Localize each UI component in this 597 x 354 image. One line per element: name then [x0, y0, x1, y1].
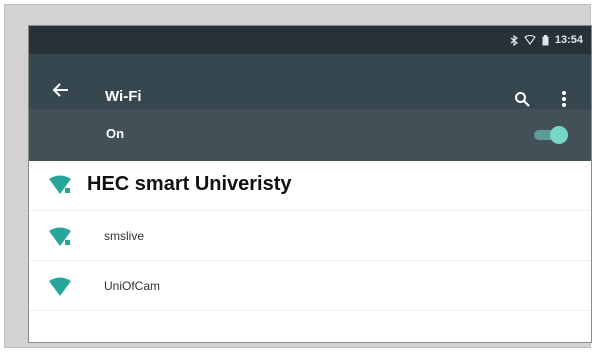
network-ssid: smslive [104, 229, 145, 243]
battery-icon [542, 34, 549, 45]
network-ssid: UniOfCam [104, 279, 161, 293]
status-bar: 13:54 [29, 26, 591, 54]
phone-screen: 13:54 Wi-Fi On HEC smart Univeristy smsl… [28, 25, 592, 343]
bluetooth-icon [510, 34, 518, 46]
wifi-switch-label: On [106, 126, 125, 141]
wifi-status-icon [524, 35, 536, 45]
status-time: 13:54 [554, 34, 583, 46]
network-list: HEC smart Univeristy smslive UniOfCam [29, 161, 591, 311]
wifi-signal-icon [49, 227, 71, 246]
network-row[interactable]: smslive [29, 211, 591, 261]
wifi-signal-icon [49, 277, 71, 296]
back-arrow-icon[interactable] [51, 80, 71, 100]
network-ssid: HEC smart Univeristy [87, 173, 292, 195]
more-vert-icon[interactable] [561, 90, 567, 108]
wifi-toggle[interactable] [534, 125, 568, 145]
network-row[interactable]: HEC smart Univeristy [29, 161, 591, 211]
toggle-thumb [550, 126, 568, 144]
search-icon[interactable] [514, 91, 530, 107]
device-frame: 13:54 Wi-Fi On HEC smart Univeristy smsl… [4, 4, 592, 348]
wifi-signal-icon [49, 175, 71, 194]
page-title: Wi-Fi [105, 88, 142, 105]
network-row[interactable]: UniOfCam [29, 261, 591, 311]
